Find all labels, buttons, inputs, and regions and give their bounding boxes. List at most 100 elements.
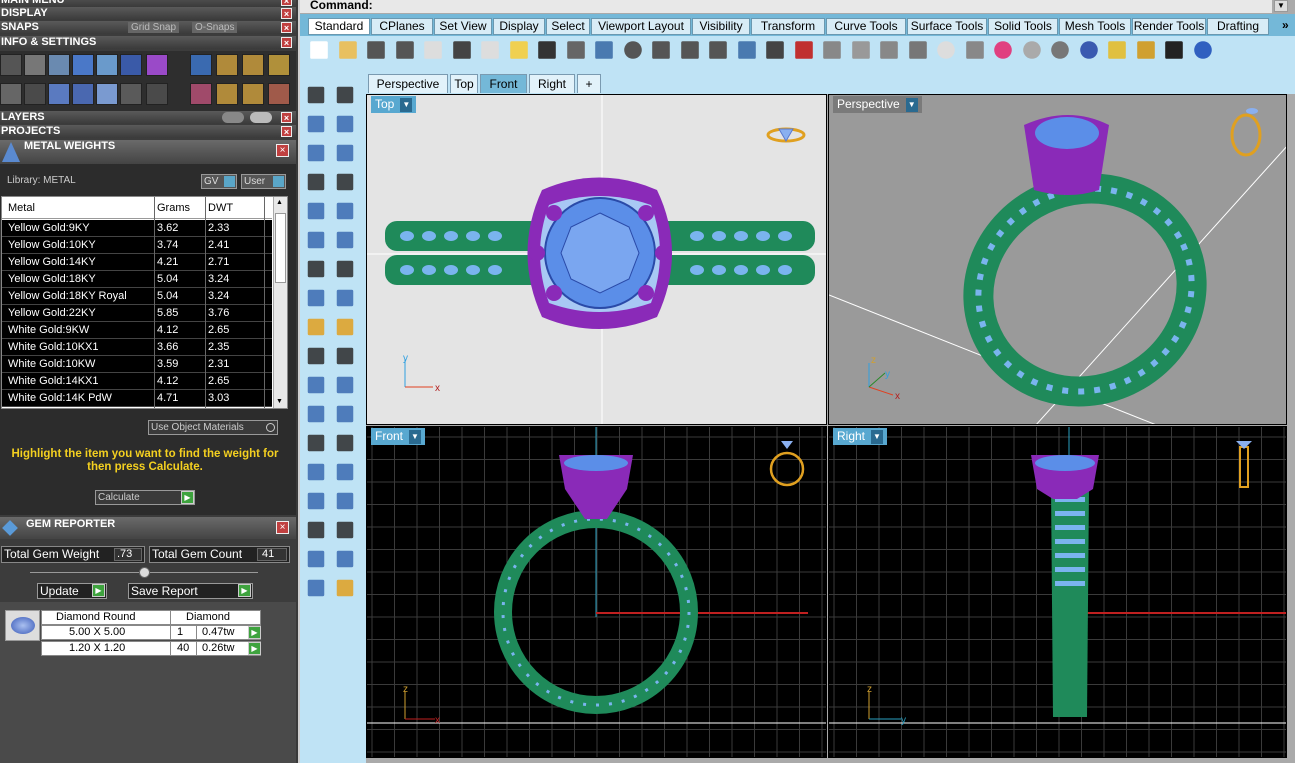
zoom-icon[interactable] [623,41,642,59]
chevron-down-icon[interactable]: ▼ [400,97,413,112]
text-icon[interactable] [307,434,325,452]
command-bar[interactable]: Command: [300,0,1272,13]
toolbar-tab-visibility[interactable]: Visibility [692,18,750,35]
polyline-icon[interactable] [307,115,325,133]
fillet-icon[interactable] [336,202,354,220]
render-sphere-icon[interactable] [1022,41,1041,59]
column-header-dwt[interactable]: DWT [208,197,233,219]
grid-snap-toggle[interactable]: Grid Snap [128,22,180,33]
zoom-selected-icon[interactable] [709,41,727,59]
scale-tool-icon[interactable] [242,83,264,105]
metal-table-row[interactable]: Yellow Gold:14KY 4.21 2.71 [2,254,272,271]
open-folder-icon[interactable] [338,41,357,59]
settings-icon[interactable] [1136,41,1155,59]
toolbar-tab-cplanes[interactable]: CPlanes [371,18,433,35]
viewport-tab-perspective[interactable]: Perspective [368,74,448,93]
save-icon[interactable] [367,41,385,59]
monitor-icon[interactable] [24,83,46,105]
toolbar-tab-transform[interactable]: Transform [751,18,825,35]
sphere-icon[interactable] [336,260,354,278]
viewport-tab-top[interactable]: Top [450,74,478,93]
gear-icon[interactable] [0,54,22,76]
new-file-icon[interactable] [310,41,328,59]
boolean-icon[interactable] [307,376,325,394]
metal-table-row[interactable]: Yellow Gold:9KY 3.62 2.33 [2,220,272,237]
checklist-icon[interactable] [120,83,142,105]
tab-overflow-icon[interactable]: » [1282,18,1294,32]
car-icon[interactable] [794,41,813,59]
gear-tool-icon[interactable] [307,318,325,336]
gem-thumbnail[interactable] [5,610,40,641]
metal-table-row[interactable]: Yellow Gold:18KY 5.04 3.24 [2,271,272,288]
array-grid-icon[interactable] [307,521,325,539]
toolbar-tab-curve-tools[interactable]: Curve Tools [826,18,906,35]
column-header-metal[interactable]: Metal [8,197,35,219]
toolbar-tab-display[interactable]: Display [493,18,545,35]
snaps-header[interactable]: SNAPS Grid Snap O-Snaps × [0,21,296,34]
plane-icon[interactable] [336,289,354,307]
paste-icon[interactable] [509,41,528,59]
render-sphere-2-icon[interactable] [1051,41,1069,59]
save-report-button[interactable]: Save Report ▶ [128,583,253,599]
undo-icon[interactable] [538,41,556,59]
shade-icon[interactable] [823,41,841,59]
crop-tool-icon[interactable] [268,54,290,76]
polygon-2-icon[interactable] [307,202,325,220]
toolbar-tab-solid-tools[interactable]: Solid Tools [988,18,1058,35]
use-object-materials-toggle[interactable]: Use Object Materials [148,420,278,435]
toolbar-tab-viewport-layout[interactable]: Viewport Layout [591,18,691,35]
move-point-icon[interactable] [336,434,354,452]
display-header[interactable]: DISPLAY × [0,7,296,20]
wrench-icon[interactable] [24,54,46,76]
grid-array-icon[interactable] [307,463,325,481]
close-icon[interactable]: × [276,521,289,534]
info-settings-header[interactable]: INFO & SETTINGS × [0,36,296,49]
light-icon[interactable] [937,41,955,59]
control-point-icon[interactable] [336,115,354,133]
viewport-tab-right[interactable]: Right [529,74,575,93]
surface-from-points-icon[interactable] [307,231,325,249]
close-icon[interactable]: × [281,0,292,6]
close-icon[interactable]: × [281,126,292,137]
point-icon[interactable] [336,86,354,104]
chevron-down-icon[interactable]: ▼ [905,97,918,112]
splitter-handle[interactable] [139,567,150,578]
points-icon[interactable] [908,41,927,59]
cube-icon[interactable] [48,83,70,105]
table-scrollbar[interactable]: ▲ ▼ [273,197,287,408]
check-icon[interactable] [336,550,354,568]
notes-icon[interactable] [146,83,168,105]
viewport-label-right[interactable]: Right ▼ [833,428,888,445]
book-blue-icon[interactable] [72,83,94,105]
metal-table-row[interactable]: White Gold:10KX1 3.66 2.35 [2,339,272,356]
book-icon[interactable] [120,54,142,76]
toolbar-tab-standard[interactable]: Standard [308,18,370,35]
shell-icon[interactable] [307,579,325,597]
gem-select-button[interactable]: ▶ [248,626,261,639]
transform-tool-icon[interactable] [216,83,238,105]
copy-icon[interactable] [481,41,499,59]
gem-stone-icon[interactable] [336,579,354,597]
printer-icon[interactable] [48,54,70,76]
close-icon[interactable]: × [281,112,292,123]
eye-closed-icon[interactable] [222,112,244,123]
grid-icon[interactable] [0,83,22,105]
toolbar-tab-render-tools[interactable]: Render Tools [1132,18,1206,35]
filter-icon[interactable] [96,83,118,105]
eye-icon[interactable] [250,112,272,123]
frame-tool-2-icon[interactable] [242,54,264,76]
import-icon[interactable] [424,41,442,59]
toolbar-tab-mesh-tools[interactable]: Mesh Tools [1059,18,1131,35]
pipe-icon[interactable] [307,550,325,568]
planar-cut-icon[interactable] [336,492,354,510]
viewport-right[interactable]: z y Right ▼ [828,426,1287,758]
scroll-thumb[interactable] [275,213,286,283]
wand-icon[interactable] [1108,41,1126,59]
offset-icon[interactable] [336,405,354,423]
metal-table-row[interactable]: Yellow Gold:10KY 3.74 2.41 [2,237,272,254]
four-viewports-icon[interactable] [766,41,784,59]
polygon-icon[interactable] [307,173,325,191]
box-icon[interactable] [72,54,94,76]
update-button[interactable]: Update ▶ [37,583,107,599]
toolbar-tab-drafting[interactable]: Drafting [1207,18,1269,35]
